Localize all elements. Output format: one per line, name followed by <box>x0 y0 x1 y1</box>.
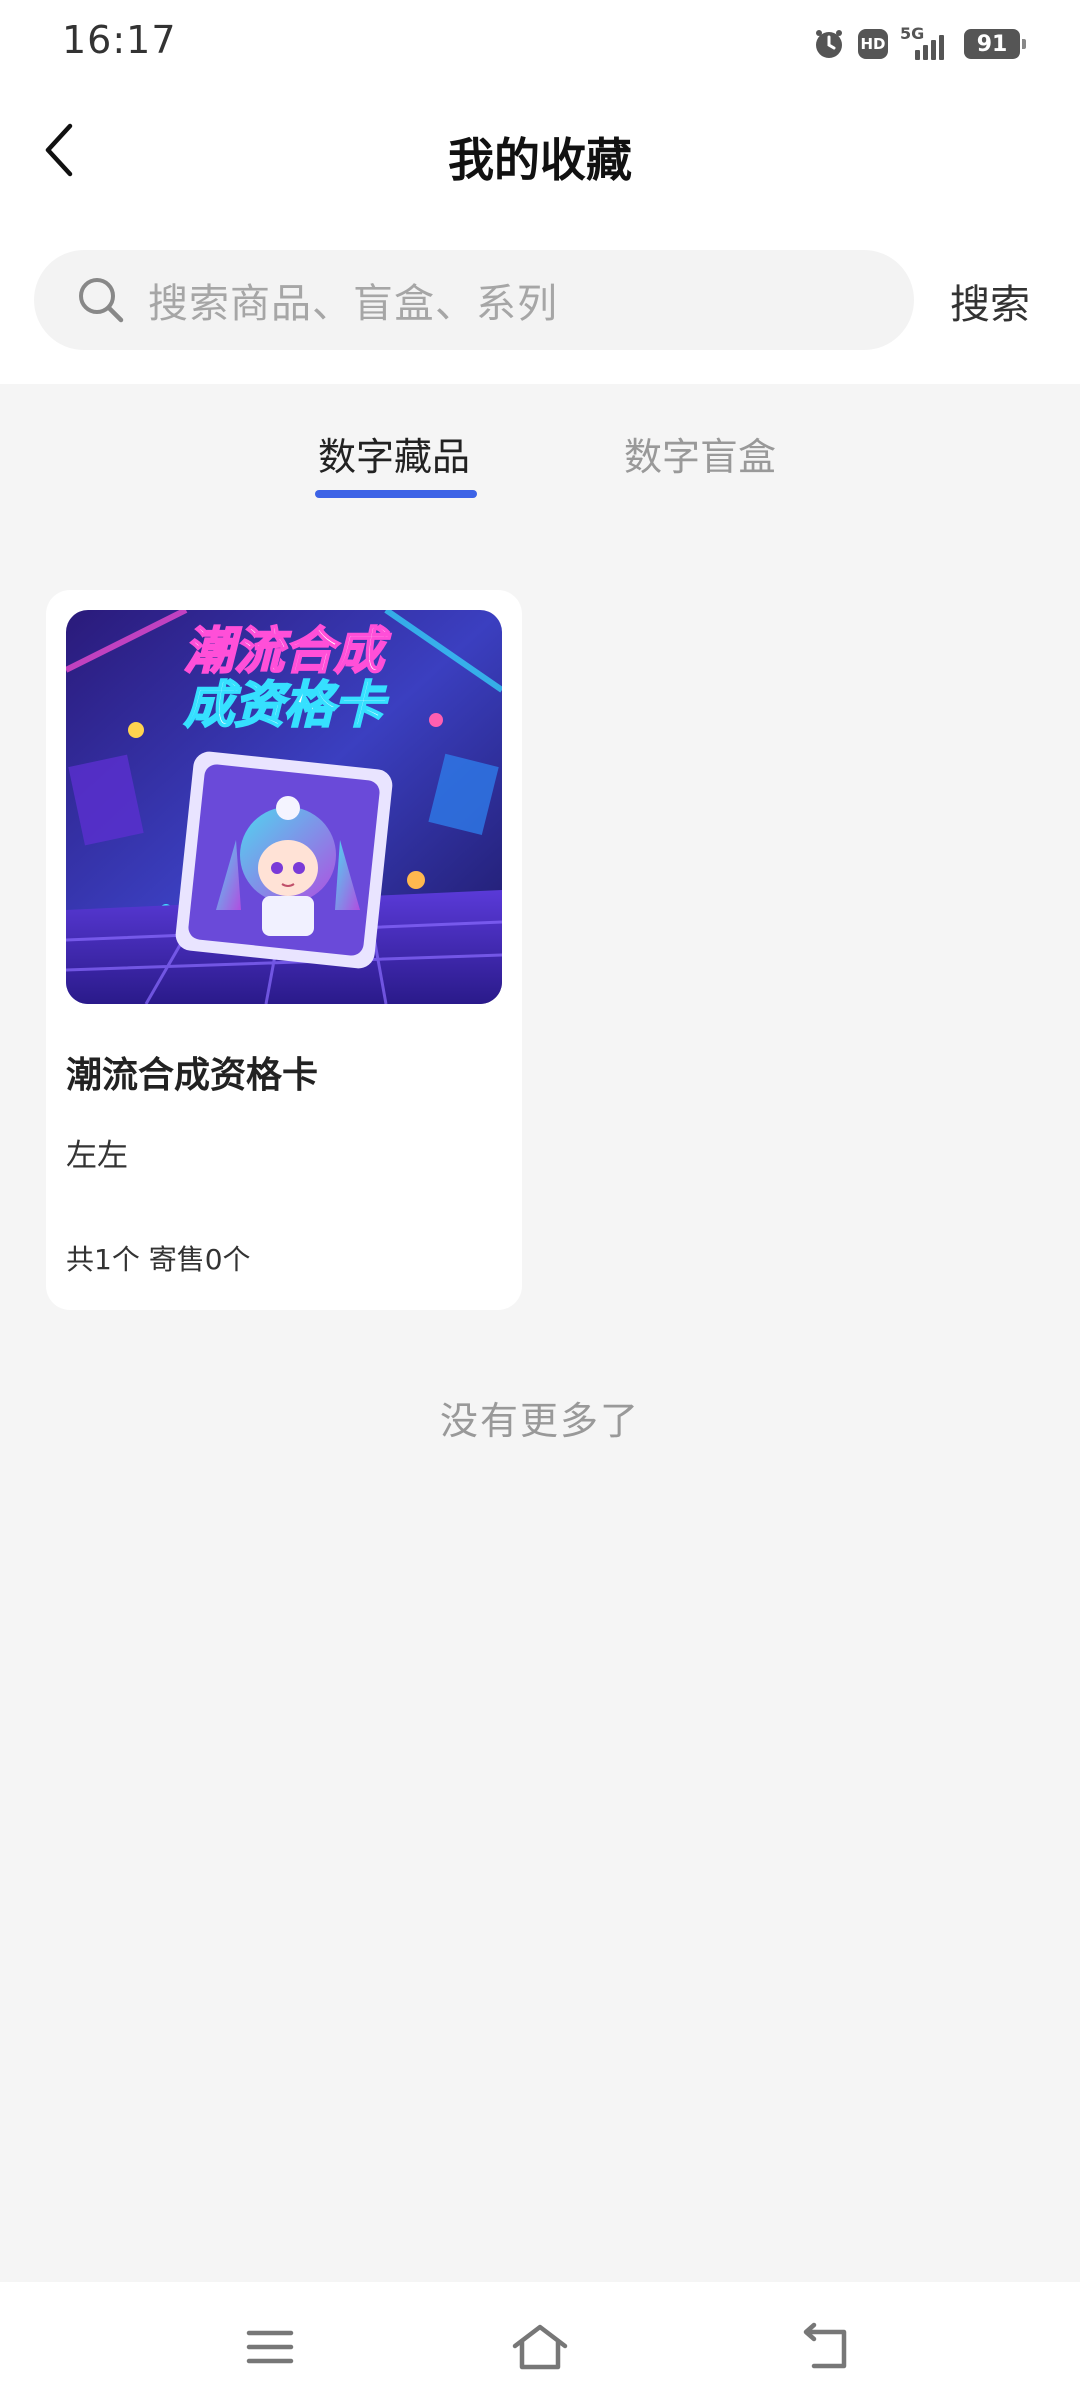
network-type-label: 5G <box>900 24 925 43</box>
nav-back-button[interactable] <box>790 2312 860 2382</box>
svg-text:潮流合成: 潮流合成 <box>184 622 391 680</box>
category-tabs: 数字藏品 数字盲盒 <box>0 384 1080 504</box>
system-nav-bar <box>0 2282 1080 2408</box>
search-button[interactable]: 搜索 <box>950 272 1030 330</box>
collection-card-title: 潮流合成资格卡 <box>66 1055 319 1096</box>
list-end-text: 没有更多了 <box>439 1399 640 1443</box>
alarm-icon <box>812 27 846 61</box>
search-icon <box>79 278 124 323</box>
collection-card-image: 潮流合成 成资格卡 <box>66 610 502 1004</box>
svg-text:成资格卡: 成资格卡 <box>184 676 389 734</box>
hd-icon: HD <box>858 29 888 59</box>
nav-menu-button[interactable] <box>235 2312 305 2382</box>
battery-icon: 91 <box>964 29 1026 59</box>
active-tab-indicator <box>315 490 477 498</box>
favorites-page: 16:17 HD 5G 91 我的收藏 搜索商品、盲盒、系列 搜索 数字藏品 数… <box>0 0 1080 2408</box>
status-time: 16:17 <box>62 18 177 62</box>
search-input[interactable]: 搜索商品、盲盒、系列 <box>34 250 914 350</box>
back-icon <box>803 2322 847 2369</box>
collection-card-stats: 共1个 寄售0个 <box>66 1243 251 1276</box>
search-placeholder: 搜索商品、盲盒、系列 <box>148 281 558 327</box>
nav-home-button[interactable] <box>505 2312 575 2382</box>
collection-card-owner: 左左 <box>66 1138 128 1174</box>
menu-icon <box>246 2330 294 2364</box>
home-icon <box>512 2324 568 2370</box>
collection-card[interactable]: 潮流合成 成资格卡 潮流合成资格卡 左左 共1个 寄售0个 <box>46 590 522 1310</box>
header: 我的收藏 搜索商品、盲盒、系列 搜索 <box>0 88 1080 384</box>
status-icons: HD 5G 91 <box>812 24 1026 64</box>
tab-digital-blind-box[interactable]: 数字盲盒 <box>624 426 776 481</box>
page-title: 我的收藏 <box>448 133 632 187</box>
tab-digital-collectibles[interactable]: 数字藏品 <box>318 426 470 481</box>
signal-icon: 5G <box>900 24 952 60</box>
status-bar: 16:17 HD 5G 91 <box>0 0 1080 88</box>
